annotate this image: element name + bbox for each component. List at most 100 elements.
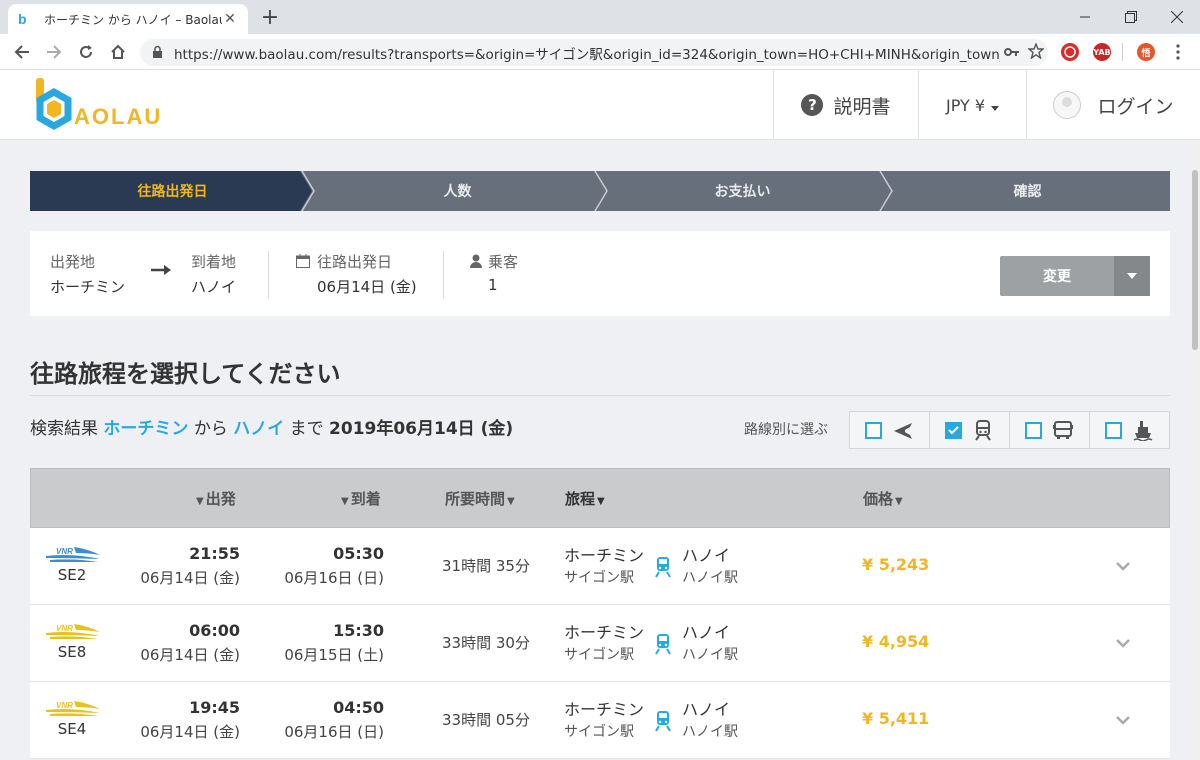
scrollbar-thumb[interactable] <box>1192 170 1198 350</box>
plane-filter-checkbox[interactable] <box>865 421 882 439</box>
destination-city: ハノイ <box>682 700 731 719</box>
ferry-filter-checkbox[interactable] <box>1105 421 1122 439</box>
home-icon[interactable] <box>106 40 130 64</box>
train-icon <box>655 711 671 732</box>
arrival-time: 15:30 <box>333 621 384 640</box>
user-avatar-icon <box>1053 91 1082 119</box>
person-icon <box>470 253 482 272</box>
bus-filter-checkbox[interactable] <box>1025 421 1042 439</box>
result-row[interactable]: VNR SE4 19:45 06月14日 (金) 04:50 06月16日 (日… <box>30 682 1170 759</box>
passengers-label: 乗客 <box>488 253 519 271</box>
passengers-value: 1 <box>488 276 498 294</box>
trend-micro-extension-icon[interactable] <box>1061 43 1079 61</box>
origin-station: サイゴン駅 <box>564 647 634 663</box>
question-icon: ? <box>801 94 824 116</box>
sort-by-arrival[interactable]: ▼ 到着 <box>339 488 381 509</box>
filter-train[interactable] <box>929 412 1009 448</box>
browser-tab-bar: b ホーチミン から ハノイ – Baolau ✕ + <box>0 0 1200 34</box>
sort-by-price[interactable]: 価格 ▼ <box>863 488 905 509</box>
help-button[interactable]: ? 説明書 <box>773 70 918 140</box>
results-origin: ホーチミン <box>103 419 189 439</box>
filter-bus[interactable] <box>1009 412 1089 448</box>
calendar-icon <box>296 253 310 272</box>
reload-icon[interactable] <box>74 40 98 64</box>
destination-city: ハノイ <box>682 623 731 642</box>
address-bar[interactable]: https://www.baolau.com/results?transport… <box>140 39 1048 66</box>
arrival-time: 05:30 <box>333 544 384 563</box>
arrival-date: 06月16日 (日) <box>284 723 384 741</box>
lock-icon <box>152 45 164 61</box>
results-summary: 検索結果 ホーチミン から ハノイ まで 2019年06月14日 (金) <box>30 414 513 439</box>
destination-station: ハノイ駅 <box>682 570 738 586</box>
outbound-date-label: 往路出発日 <box>317 253 393 271</box>
tab-close-icon[interactable]: ✕ <box>222 11 238 27</box>
results-date: 2019年06月14日 (金) <box>329 419 514 439</box>
vnr-logo-icon: VNR <box>46 547 100 562</box>
step-divider-icon <box>301 171 315 211</box>
arrival-date: 06月15日 (土) <box>284 646 384 664</box>
departure-time: 21:55 <box>189 544 240 563</box>
results-to-particle: まで <box>289 419 324 439</box>
change-search-button[interactable]: 変更 <box>1000 256 1150 296</box>
bookmark-star-icon[interactable] <box>1024 41 1048 63</box>
origin-label: 出発地 <box>50 253 96 271</box>
outbound-date-value: 06月14日 (金) <box>317 278 417 296</box>
filter-ferry[interactable] <box>1089 412 1169 448</box>
minimize-icon[interactable] <box>1062 0 1108 34</box>
window-close-icon[interactable] <box>1154 0 1200 34</box>
sort-by-duration[interactable]: 所要時間 ▼ <box>445 488 517 509</box>
site-header: AOLAU ? 説明書 JPY ¥ ログイン <box>0 70 1200 140</box>
login-label: ログイン <box>1097 95 1174 118</box>
step-divider-icon <box>879 171 893 211</box>
new-tab-button[interactable]: + <box>258 5 282 30</box>
chevron-down-icon[interactable] <box>1113 633 1133 653</box>
profile-avatar[interactable]: 悟 <box>1137 43 1155 61</box>
train-filter-checkbox[interactable] <box>945 421 962 439</box>
step-outbound-date: 往路出発日 <box>30 171 312 211</box>
booking-progress-stepper: 往路出発日 人数 お支払い 確認 <box>30 171 1170 211</box>
sort-by-itinerary[interactable]: 旅程 ▼ <box>565 488 607 509</box>
origin-city: ホーチミン <box>564 546 645 565</box>
currency-selector[interactable]: JPY ¥ <box>918 70 1026 140</box>
vnr-logo-icon: VNR <box>46 624 100 639</box>
filter-plane[interactable] <box>850 412 929 448</box>
login-button[interactable]: ログイン <box>1026 70 1200 140</box>
forward-icon[interactable] <box>42 40 66 64</box>
page-title: 往路旅程を選択してください <box>30 360 341 388</box>
change-button-label: 変更 <box>1043 269 1071 285</box>
caret-down-icon[interactable] <box>1114 256 1150 296</box>
origin-station: サイゴン駅 <box>564 570 634 586</box>
browser-tab[interactable]: b ホーチミン から ハノイ – Baolau ✕ <box>8 4 248 34</box>
origin-value: ホーチミン <box>50 278 126 296</box>
chevron-down-icon[interactable] <box>1113 556 1133 576</box>
departure-time: 19:45 <box>189 698 240 717</box>
page-scrollbar[interactable] <box>1190 140 1200 760</box>
train-number: SE2 <box>57 566 87 584</box>
yab-extension-icon[interactable]: YAB <box>1093 43 1111 61</box>
results-prefix: 検索結果 <box>30 419 98 439</box>
sort-by-departure[interactable]: ▼ 出発 <box>194 488 236 509</box>
results-from-particle: から <box>193 419 228 439</box>
train-icon <box>655 557 671 578</box>
result-row[interactable]: VNR SE2 21:55 06月14日 (金) 05:30 06月16日 (日… <box>30 528 1170 605</box>
back-icon[interactable] <box>10 40 34 64</box>
svg-text:VNR: VNR <box>56 624 73 633</box>
travel-duration: 31時間 35分 <box>442 557 530 575</box>
sort-caret-icon: ▼ <box>196 496 204 507</box>
train-number: SE4 <box>57 720 87 738</box>
restore-icon[interactable] <box>1108 0 1154 34</box>
departure-date: 06月14日 (金) <box>140 569 240 587</box>
bus-icon <box>1053 421 1073 439</box>
tab-title: ホーチミン から ハノイ – Baolau <box>44 12 222 27</box>
arrival-time: 04:50 <box>333 698 384 717</box>
help-label: 説明書 <box>833 95 891 118</box>
ferry-icon <box>1133 421 1153 441</box>
result-row[interactable]: VNR SE8 06:00 06月14日 (金) 15:30 06月15日 (土… <box>30 605 1170 682</box>
menu-kebab-icon[interactable] <box>1166 40 1190 64</box>
chevron-down-icon[interactable] <box>1113 710 1133 730</box>
ticket-price: ¥ 5,411 <box>862 709 930 728</box>
baolau-logo[interactable]: AOLAU <box>36 78 166 134</box>
origin-city: ホーチミン <box>564 700 645 719</box>
search-summary: 出発地 ホーチミン 到着地 ハノイ 往路出発日 06月14日 (金) 乗客 1 … <box>30 231 1170 316</box>
key-icon[interactable] <box>1000 45 1024 61</box>
